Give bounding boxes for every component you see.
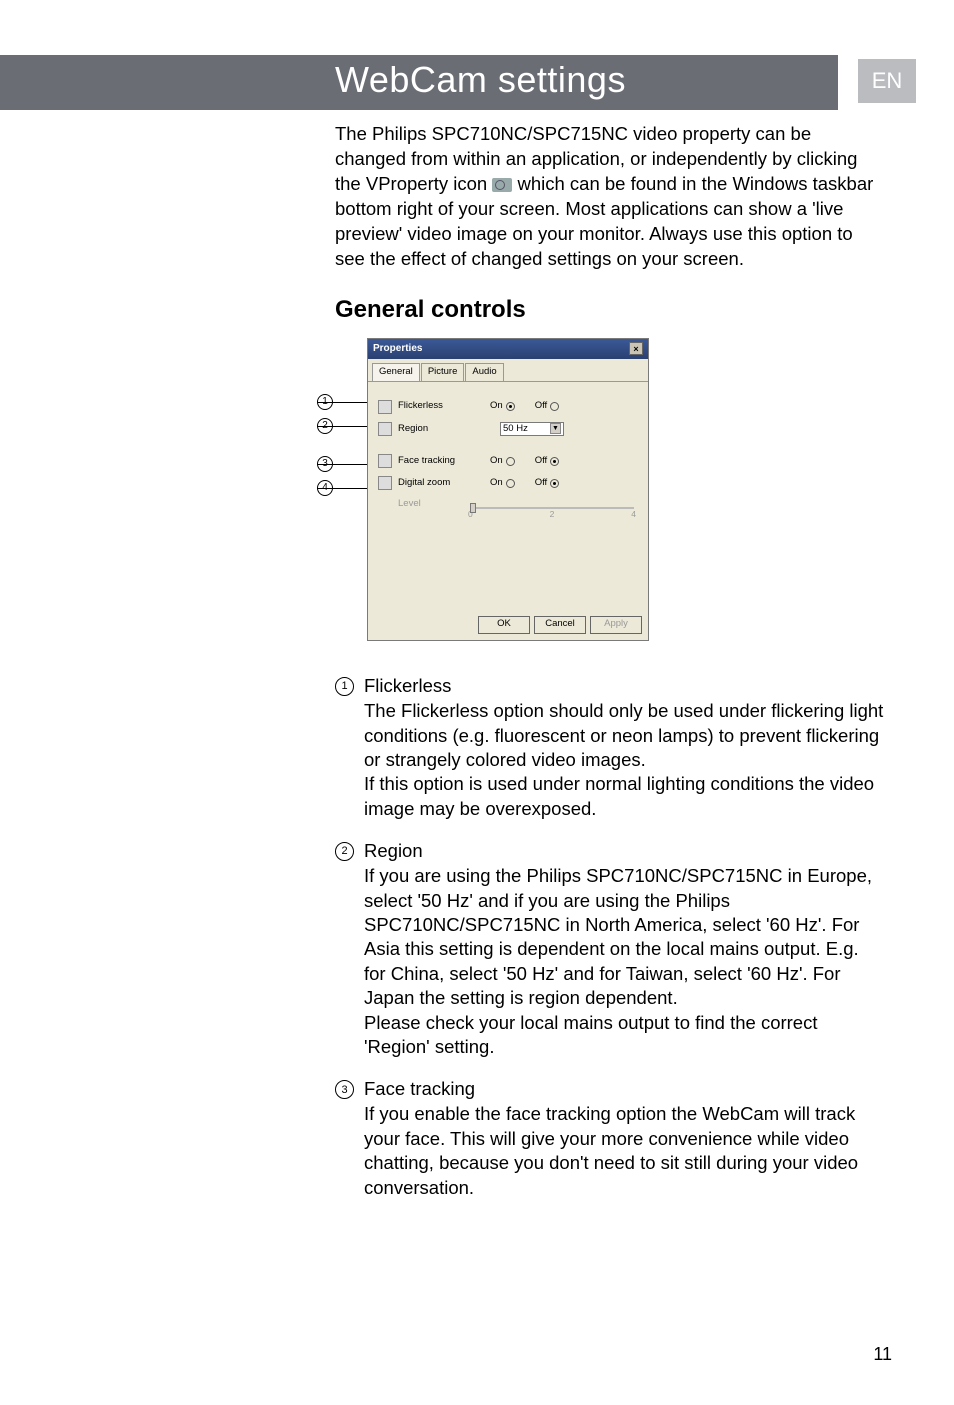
flickerless-label: Flickerless xyxy=(398,400,466,413)
flickerless-off-radio[interactable]: Off xyxy=(535,400,560,413)
dialog-body: Flickerless On Off Region 50 Hz ▼ xyxy=(368,382,648,610)
desc-title-3: Face tracking xyxy=(364,1077,884,1102)
desc-text-2: If you are using the Philips SPC710NC/SP… xyxy=(364,864,884,1059)
desc-num-2: 2 xyxy=(335,842,354,861)
row-region: Region 50 Hz ▼ xyxy=(378,422,638,437)
page-number: 11 xyxy=(873,1344,892,1365)
page-title: WebCam settings xyxy=(100,55,838,110)
desc-item-2: 2 Region If you are using the Philips SP… xyxy=(335,839,884,1059)
region-value: 50 Hz xyxy=(503,423,528,436)
digital-zoom-icon xyxy=(378,476,392,490)
language-badge: EN xyxy=(858,59,916,103)
level-label: Level xyxy=(398,498,466,511)
left-gutter xyxy=(0,55,100,110)
level-ticks: 0 2 4 xyxy=(466,509,638,520)
close-icon[interactable]: × xyxy=(629,342,643,355)
cancel-button[interactable]: Cancel xyxy=(534,616,586,634)
row-digital-zoom: Digital zoom On Off xyxy=(378,476,638,490)
chevron-down-icon: ▼ xyxy=(550,423,561,434)
tab-general[interactable]: General xyxy=(372,363,420,381)
digital-zoom-on-radio[interactable]: On xyxy=(490,477,515,490)
dialog-titlebar: Properties × xyxy=(368,339,648,359)
row-flickerless: Flickerless On Off xyxy=(378,400,638,414)
face-tracking-off-radio[interactable]: Off xyxy=(535,455,560,468)
desc-text-3: If you enable the face tracking option t… xyxy=(364,1102,884,1200)
digital-zoom-label: Digital zoom xyxy=(398,477,466,490)
desc-num-3: 3 xyxy=(335,1080,354,1099)
desc-title-2: Region xyxy=(364,839,884,864)
section-heading: General controls xyxy=(335,294,884,326)
ok-button[interactable]: OK xyxy=(478,616,530,634)
desc-title-1: Flickerless xyxy=(364,674,884,699)
tab-audio[interactable]: Audio xyxy=(465,363,503,381)
tab-picture[interactable]: Picture xyxy=(421,363,465,381)
face-tracking-on-radio[interactable]: On xyxy=(490,455,515,468)
content-area: The Philips SPC710NC/SPC715NC video prop… xyxy=(335,122,884,1200)
row-face-tracking: Face tracking On Off xyxy=(378,454,638,468)
descriptions: 1 Flickerless The Flickerless option sho… xyxy=(335,674,884,1200)
level-slider-row xyxy=(466,507,638,509)
vproperty-icon xyxy=(492,178,512,192)
dialog-buttons: OK Cancel Apply xyxy=(368,610,648,640)
region-select[interactable]: 50 Hz ▼ xyxy=(500,422,564,437)
flickerless-icon xyxy=(378,400,392,414)
dialog-screenshot: 1 2 3 4 Properties × General Picture Aud… xyxy=(335,338,651,654)
desc-item-3: 3 Face tracking If you enable the face t… xyxy=(335,1077,884,1200)
desc-item-1: 1 Flickerless The Flickerless option sho… xyxy=(335,674,884,821)
properties-dialog: Properties × General Picture Audio Flick… xyxy=(367,338,649,640)
apply-button[interactable]: Apply xyxy=(590,616,642,634)
face-tracking-icon xyxy=(378,454,392,468)
desc-num-1: 1 xyxy=(335,677,354,696)
level-slider[interactable] xyxy=(470,507,634,509)
intro-paragraph: The Philips SPC710NC/SPC715NC video prop… xyxy=(335,122,884,272)
flickerless-on-radio[interactable]: On xyxy=(490,400,515,413)
region-icon xyxy=(378,422,392,436)
face-tracking-label: Face tracking xyxy=(398,455,466,468)
dialog-title: Properties xyxy=(373,342,422,356)
region-label: Region xyxy=(398,423,466,436)
digital-zoom-off-radio[interactable]: Off xyxy=(535,477,560,490)
desc-text-1: The Flickerless option should only be us… xyxy=(364,699,884,821)
dialog-tabs: General Picture Audio xyxy=(368,359,648,382)
header-row: WebCam settings EN xyxy=(0,55,954,110)
